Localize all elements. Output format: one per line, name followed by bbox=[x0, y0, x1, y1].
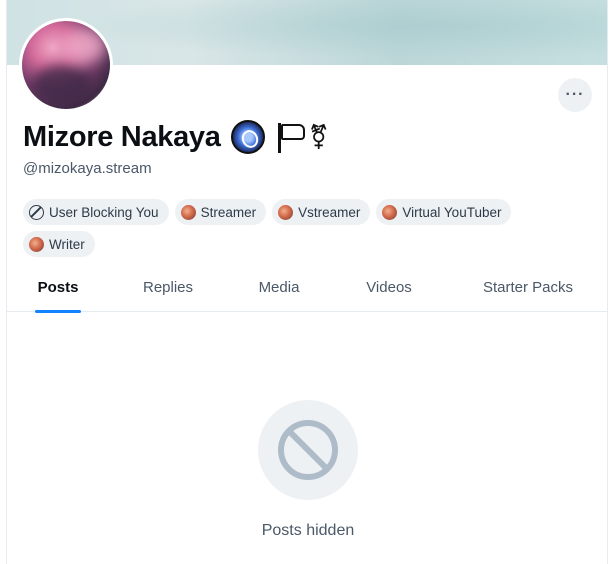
block-icon bbox=[29, 204, 44, 220]
labeler-avatar-icon bbox=[29, 236, 44, 252]
block-icon bbox=[278, 420, 338, 480]
label-virtual-youtuber[interactable]: Virtual YouTuber bbox=[376, 199, 512, 225]
labeler-avatar-icon bbox=[180, 204, 196, 220]
active-tab-indicator bbox=[35, 310, 81, 313]
tab-label: Replies bbox=[142, 279, 194, 296]
label-vstreamer[interactable]: Vstreamer bbox=[272, 199, 371, 225]
avatar[interactable] bbox=[19, 18, 113, 112]
more-options-button[interactable]: ··· bbox=[558, 78, 592, 112]
tab-label: Media bbox=[258, 279, 300, 296]
tab-videos[interactable]: Videos bbox=[331, 270, 447, 312]
white-flag-icon bbox=[275, 121, 307, 153]
profile-page: ··· Mizore Nakaya ⚧ @mizokaya.stream Use… bbox=[6, 0, 608, 564]
more-options-icon: ··· bbox=[565, 86, 585, 103]
label-text: Streamer bbox=[200, 204, 257, 220]
transgender-symbol-icon: ⚧ bbox=[308, 123, 329, 151]
label-text: User Blocking You bbox=[49, 204, 159, 220]
labeler-avatar-icon bbox=[278, 204, 294, 220]
name-row: Mizore Nakaya ⚧ bbox=[23, 120, 329, 154]
profile-handle: @mizokaya.stream bbox=[23, 160, 152, 177]
label-text: Writer bbox=[49, 236, 85, 252]
tab-posts[interactable]: Posts bbox=[7, 270, 109, 313]
empty-state: Posts hidden bbox=[7, 400, 607, 540]
moderation-labels: User Blocking You Streamer Vstreamer Vir… bbox=[23, 199, 583, 257]
label-text: Vstreamer bbox=[298, 204, 361, 220]
tab-media[interactable]: Media bbox=[227, 270, 331, 312]
label-streamer[interactable]: Streamer bbox=[174, 199, 267, 225]
labeler-avatar-icon bbox=[382, 204, 398, 220]
name-flags: ⚧ bbox=[275, 121, 329, 153]
label-user-blocking-you[interactable]: User Blocking You bbox=[23, 199, 169, 225]
empty-state-icon-circle bbox=[258, 400, 358, 500]
tab-label: Videos bbox=[366, 279, 412, 296]
tab-label: Posts bbox=[37, 279, 79, 296]
empty-state-message: Posts hidden bbox=[261, 522, 355, 539]
tab-starter-packs[interactable]: Starter Packs bbox=[447, 270, 607, 312]
display-name: Mizore Nakaya bbox=[23, 120, 221, 153]
profile-tabs: Posts Replies Media Videos Starter Packs bbox=[7, 270, 607, 313]
tab-replies[interactable]: Replies bbox=[109, 270, 227, 312]
tab-label: Starter Packs bbox=[482, 279, 574, 296]
crystal-ball-icon bbox=[230, 120, 265, 154]
label-text: Virtual YouTuber bbox=[402, 204, 502, 220]
label-writer[interactable]: Writer bbox=[23, 231, 95, 257]
